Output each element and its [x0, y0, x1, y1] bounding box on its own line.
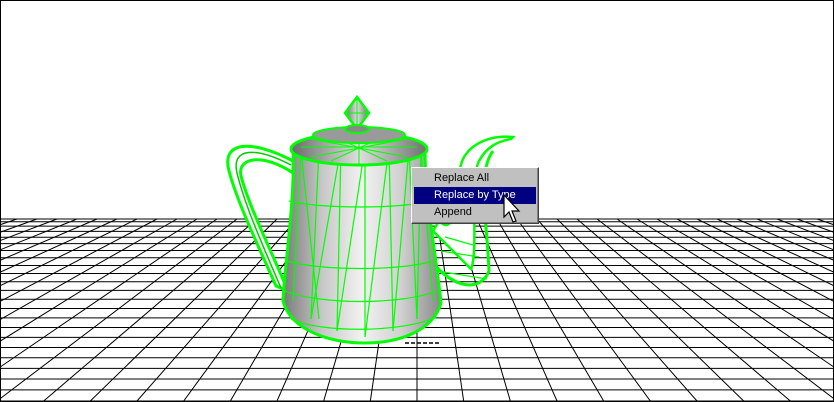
grid-line — [1, 218, 158, 302]
grid-line — [636, 218, 833, 342]
mouse-cursor-icon — [503, 194, 521, 223]
grid-line — [796, 218, 833, 233]
grid-line — [1, 218, 38, 233]
grid-line — [496, 218, 605, 401]
grid-line — [1, 218, 118, 273]
grid-line — [136, 218, 298, 401]
3d-viewport[interactable]: Replace All Replace by Type Append — [0, 0, 834, 402]
grid-line — [1, 218, 98, 261]
grid-line — [716, 218, 833, 273]
grid-line — [736, 218, 833, 261]
grid-line — [516, 218, 651, 401]
grid-line — [676, 218, 833, 302]
grid-line — [1, 218, 78, 251]
grid-line — [43, 218, 258, 401]
menu-item-replace-all[interactable]: Replace All — [414, 170, 536, 187]
grid-line — [556, 218, 745, 401]
grid-line — [756, 218, 833, 251]
grid-line — [576, 218, 791, 401]
grid-line — [476, 218, 558, 401]
grid-line — [536, 218, 698, 401]
grid-line — [89, 218, 278, 401]
grid-line — [1, 218, 198, 342]
